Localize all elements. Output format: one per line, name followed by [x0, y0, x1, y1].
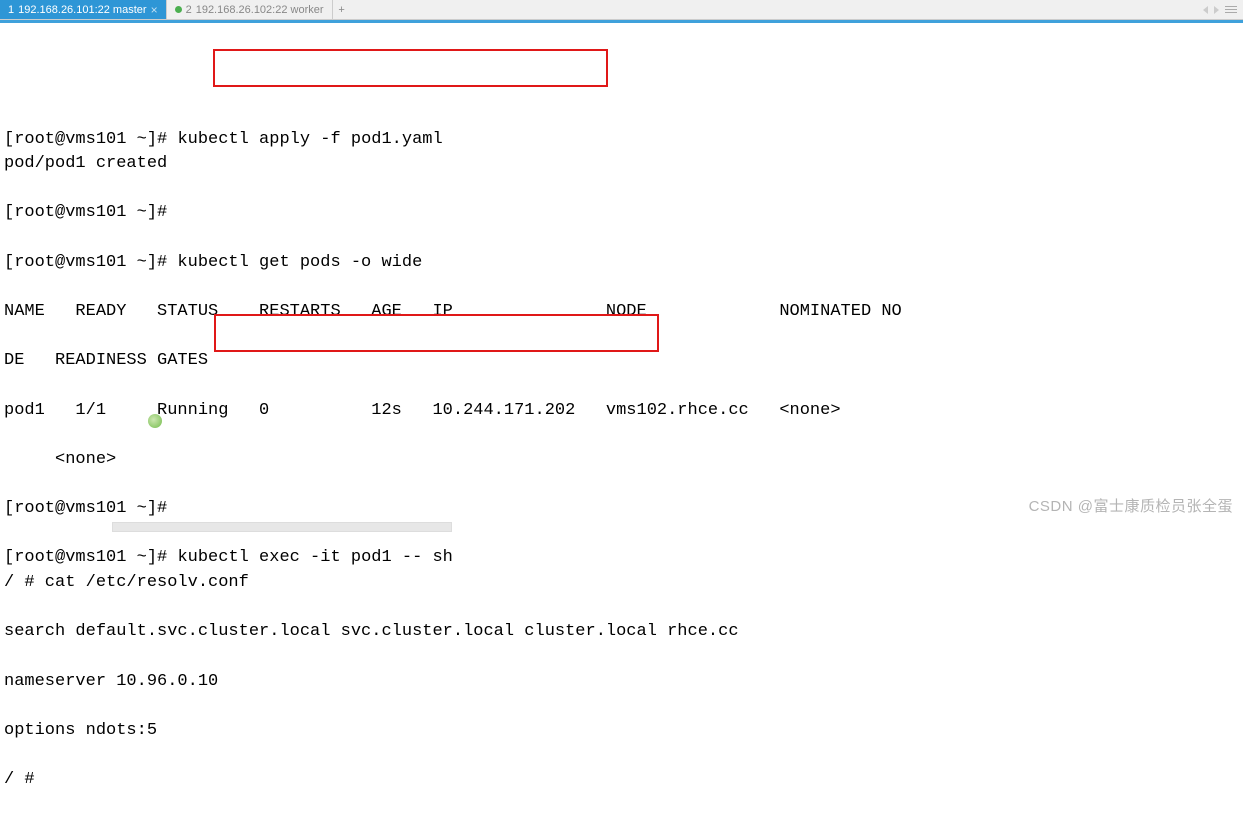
tab-label: 192.168.26.102:22 worker — [196, 4, 324, 16]
tab-controls — [1203, 0, 1243, 19]
prompt: [root@vms101 ~]# — [4, 548, 177, 567]
menu-icon[interactable] — [1225, 6, 1237, 13]
tab-master[interactable]: 1 192.168.26.101:22 master × — [0, 0, 167, 19]
chevron-right-icon[interactable] — [1214, 6, 1219, 14]
table-row: <none> — [4, 448, 1239, 473]
status-dot-icon — [175, 6, 182, 13]
close-icon[interactable]: × — [151, 3, 158, 17]
scroll-thumb[interactable] — [112, 522, 452, 532]
prompt: [root@vms101 ~]# — [4, 201, 1239, 226]
scrollbar[interactable] — [0, 520, 1243, 534]
output-line: nameserver 10.96.0.10 — [4, 670, 1239, 695]
watermark: CSDN @富士康质检员张全蛋 — [1029, 495, 1233, 516]
terminal-output[interactable]: [root@vms101 ~]# kubectl apply -f pod1.y… — [0, 23, 1243, 822]
tab-bar: 1 192.168.26.101:22 master × 2 192.168.2… — [0, 0, 1243, 20]
output-line: pod/pod1 created — [4, 152, 1239, 177]
tab-index: 1 — [8, 4, 14, 16]
command-cat: / # cat /etc/resolv.conf — [4, 571, 1239, 596]
cursor-indicator — [148, 414, 162, 428]
prompt: [root@vms101 ~]# — [4, 130, 177, 149]
chevron-left-icon[interactable] — [1203, 6, 1208, 14]
prompt: / # — [4, 768, 1239, 793]
table-header: NAME READY STATUS RESTARTS AGE IP NODE N… — [4, 300, 1239, 325]
tab-index: 2 — [186, 4, 192, 16]
tab-worker[interactable]: 2 192.168.26.102:22 worker — [167, 0, 333, 19]
highlight-box-1 — [213, 49, 608, 87]
command-apply: kubectl apply -f pod1.yaml — [177, 130, 442, 149]
add-tab-button[interactable]: + — [333, 0, 351, 19]
table-row: pod1 1/1 Running 0 12s 10.244.171.202 vm… — [4, 399, 1239, 424]
output-line: options ndots:5 — [4, 719, 1239, 744]
table-header: DE READINESS GATES — [4, 349, 1239, 374]
command-exec: kubectl exec -it pod1 -- sh — [177, 548, 452, 567]
tab-label: 192.168.26.101:22 master — [18, 4, 146, 16]
command-get-pods: [root@vms101 ~]# kubectl get pods -o wid… — [4, 251, 1239, 276]
output-line: search default.svc.cluster.local svc.clu… — [4, 620, 1239, 645]
